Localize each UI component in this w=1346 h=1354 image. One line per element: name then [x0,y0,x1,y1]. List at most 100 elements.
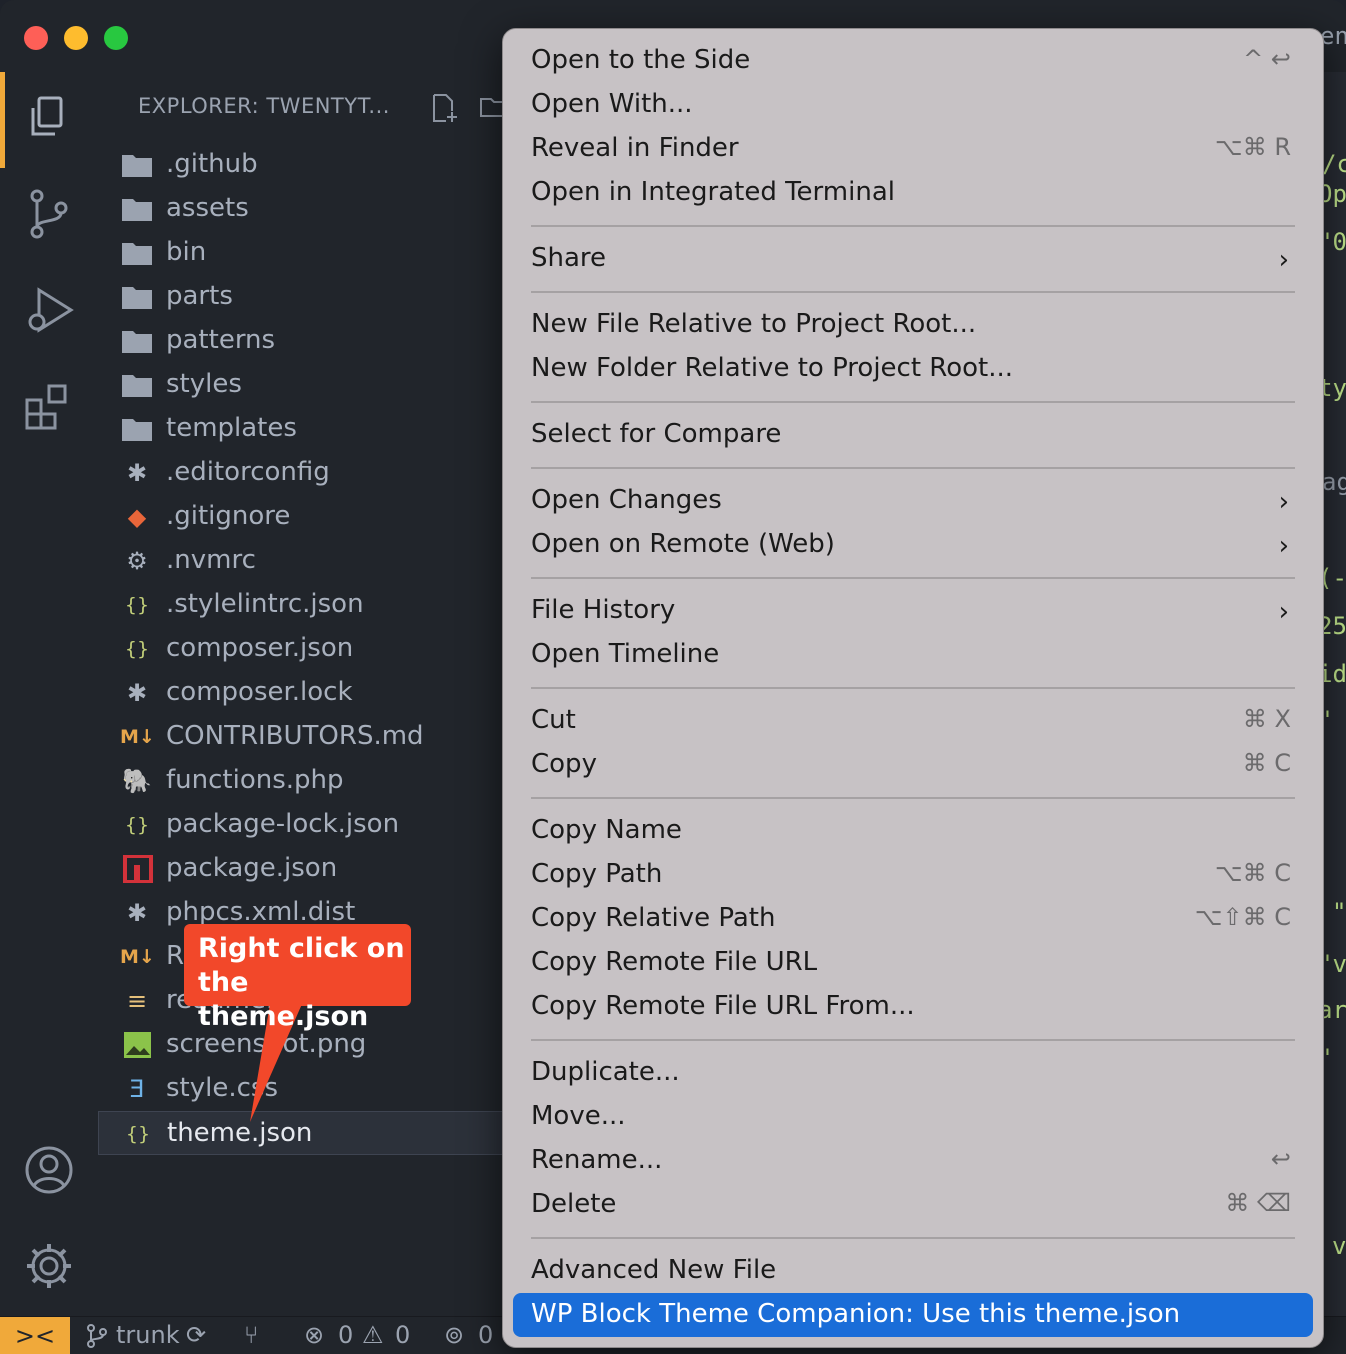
menu-item-shortcut: ^ ↩ [1243,45,1291,73]
branch-icon [87,1324,107,1348]
tree-file[interactable]: 🐘 functions.php [98,759,518,803]
menu-item-label: Duplicate... [531,1057,680,1087]
sync-icon[interactable]: ⟳ [186,1321,206,1349]
minimize-window-button[interactable] [64,26,88,50]
tree-file[interactable]: ✱ composer.lock [98,671,518,715]
warnings-count[interactable]: 0 [395,1321,410,1349]
menu-item-label: Open With... [531,89,693,119]
text-lines-icon: ≡ [126,987,148,1015]
tree-item-label: parts [166,281,233,311]
menu-item-open-changes[interactable]: Open Changes › [513,479,1313,523]
menu-item-shortcut: ⌘ X [1242,705,1291,733]
tree-item-label: composer.lock [166,677,353,707]
run-debug-icon[interactable] [21,282,77,338]
menu-separator [531,1237,1295,1239]
tree-item-label: .github [166,149,258,179]
tree-folder[interactable]: styles [98,363,518,407]
tree-item-label: theme.json [167,1118,313,1148]
menu-item-label: Open to the Side [531,45,751,75]
menu-item-label: File History [531,595,676,625]
chevron-right-icon: › [1278,245,1289,275]
menu-item-rename[interactable]: Rename... ↩ [513,1139,1313,1183]
account-icon[interactable] [21,1142,77,1198]
callout-line-2: the theme.json [198,967,369,1032]
menu-item-open-on-remote-web[interactable]: Open on Remote (Web) › [513,523,1313,567]
tree-file[interactable]: ◆ .gitignore [98,495,518,539]
menu-item-open-in-integrated-terminal[interactable]: Open in Integrated Terminal [513,171,1313,215]
menu-item-label: Open Changes [531,485,722,515]
explorer-files-icon[interactable] [21,90,77,146]
tree-item-label: templates [166,413,297,443]
menu-item-label: WP Block Theme Companion: Use this theme… [531,1299,1181,1329]
tree-folder[interactable]: assets [98,187,518,231]
tree-folder[interactable]: parts [98,275,518,319]
errors-count[interactable]: 0 [338,1321,353,1349]
menu-item-label: Reveal in Finder [531,133,739,163]
menu-item-copy-path[interactable]: Copy Path ⌥⌘ C [513,853,1313,897]
tree-item-label: package-lock.json [166,809,400,839]
extensions-icon[interactable] [21,378,77,434]
explorer-sidebar: EXPLORER: TWENTYT... .github assets bin par… [98,72,518,1316]
menu-item-select-for-compare[interactable]: Select for Compare [513,413,1313,457]
close-window-button[interactable] [24,26,48,50]
menu-item-label: Select for Compare [531,419,782,449]
tree-file[interactable]: Ǝstyle.css [98,1067,518,1111]
asterisk-icon: ✱ [126,679,148,707]
menu-item-reveal-in-finder[interactable]: Reveal in Finder ⌥⌘ R [513,127,1313,171]
vscode-window: en/cOp"0tyag(-25id""va"var"o s [0,0,1346,1354]
tree-folder[interactable]: .github [98,143,518,187]
menu-item-open-to-the-side[interactable]: Open to the Side ^ ↩ [513,39,1313,83]
menu-item-duplicate[interactable]: Duplicate... [513,1051,1313,1095]
ports-count[interactable]: 0 [478,1321,493,1349]
menu-item-move[interactable]: Move... [513,1095,1313,1139]
manage-gear-icon[interactable] [21,1238,77,1294]
menu-item-label: Open on Remote (Web) [531,529,835,559]
zoom-window-button[interactable] [104,26,128,50]
tree-file[interactable]: M↓ CONTRIBUTORS.md [98,715,518,759]
menu-item-copy[interactable]: Copy ⌘ C [513,743,1313,787]
json-icon: {} [125,1123,151,1145]
ports-icon[interactable]: ⊚ [444,1321,464,1349]
menu-item-label: New File Relative to Project Root... [531,309,977,339]
source-control-icon[interactable] [21,186,77,242]
menu-item-delete[interactable]: Delete ⌘ ⌫ [513,1183,1313,1227]
menu-item-copy-remote-file-url[interactable]: Copy Remote File URL [513,941,1313,985]
tree-file[interactable]: {} theme.json [98,1111,518,1155]
menu-item-advanced-new-file[interactable]: Advanced New File [513,1249,1313,1293]
menu-item-copy-name[interactable]: Copy Name [513,809,1313,853]
menu-item-file-history[interactable]: File History › [513,589,1313,633]
menu-item-shortcut: ⌥⌘ R [1215,133,1291,161]
tree-file[interactable]: package.json [98,847,518,891]
tree-file[interactable]: {} .stylelintrc.json [98,583,518,627]
menu-item-cut[interactable]: Cut ⌘ X [513,699,1313,743]
menu-item-label: Cut [531,705,576,735]
chevron-right-icon: › [1278,487,1289,517]
menu-item-label: Copy [531,749,597,779]
remote-indicator-icon[interactable]: >< [0,1317,70,1354]
tree-file[interactable]: ✱ .editorconfig [98,451,518,495]
menu-item-open-with[interactable]: Open With... [513,83,1313,127]
menu-separator [531,291,1295,293]
tree-folder[interactable]: templates [98,407,518,451]
code-fragment: va [1332,1232,1346,1260]
menu-item-new-folder-relative-to-project-root[interactable]: New Folder Relative to Project Root... [513,347,1313,391]
new-file-icon[interactable] [428,92,460,124]
menu-item-share[interactable]: Share › [513,237,1313,281]
menu-item-copy-relative-path[interactable]: Copy Relative Path ⌥⇧⌘ C [513,897,1313,941]
tree-folder[interactable]: patterns [98,319,518,363]
errors-icon[interactable]: ⊗ [304,1321,324,1349]
git-graph-icon[interactable]: ⑂ [244,1321,258,1349]
npm-icon [120,854,154,884]
menu-item-new-file-relative-to-project-root[interactable]: New File Relative to Project Root... [513,303,1313,347]
menu-item-copy-remote-file-url-from[interactable]: Copy Remote File URL From... [513,985,1313,1029]
menu-item-open-timeline[interactable]: Open Timeline [513,633,1313,677]
menu-item-label: Copy Relative Path [531,903,776,933]
tree-folder[interactable]: bin [98,231,518,275]
menu-item-wp-block-theme-companion-use-this-theme-json[interactable]: WP Block Theme Companion: Use this theme… [513,1293,1313,1337]
tree-file[interactable]: {} composer.json [98,627,518,671]
tree-file[interactable]: ⚙ .nvmrc [98,539,518,583]
menu-separator [531,1039,1295,1041]
warnings-icon[interactable]: ⚠ [362,1321,384,1349]
tree-file[interactable]: {} package-lock.json [98,803,518,847]
branch-name[interactable]: trunk [116,1321,180,1349]
